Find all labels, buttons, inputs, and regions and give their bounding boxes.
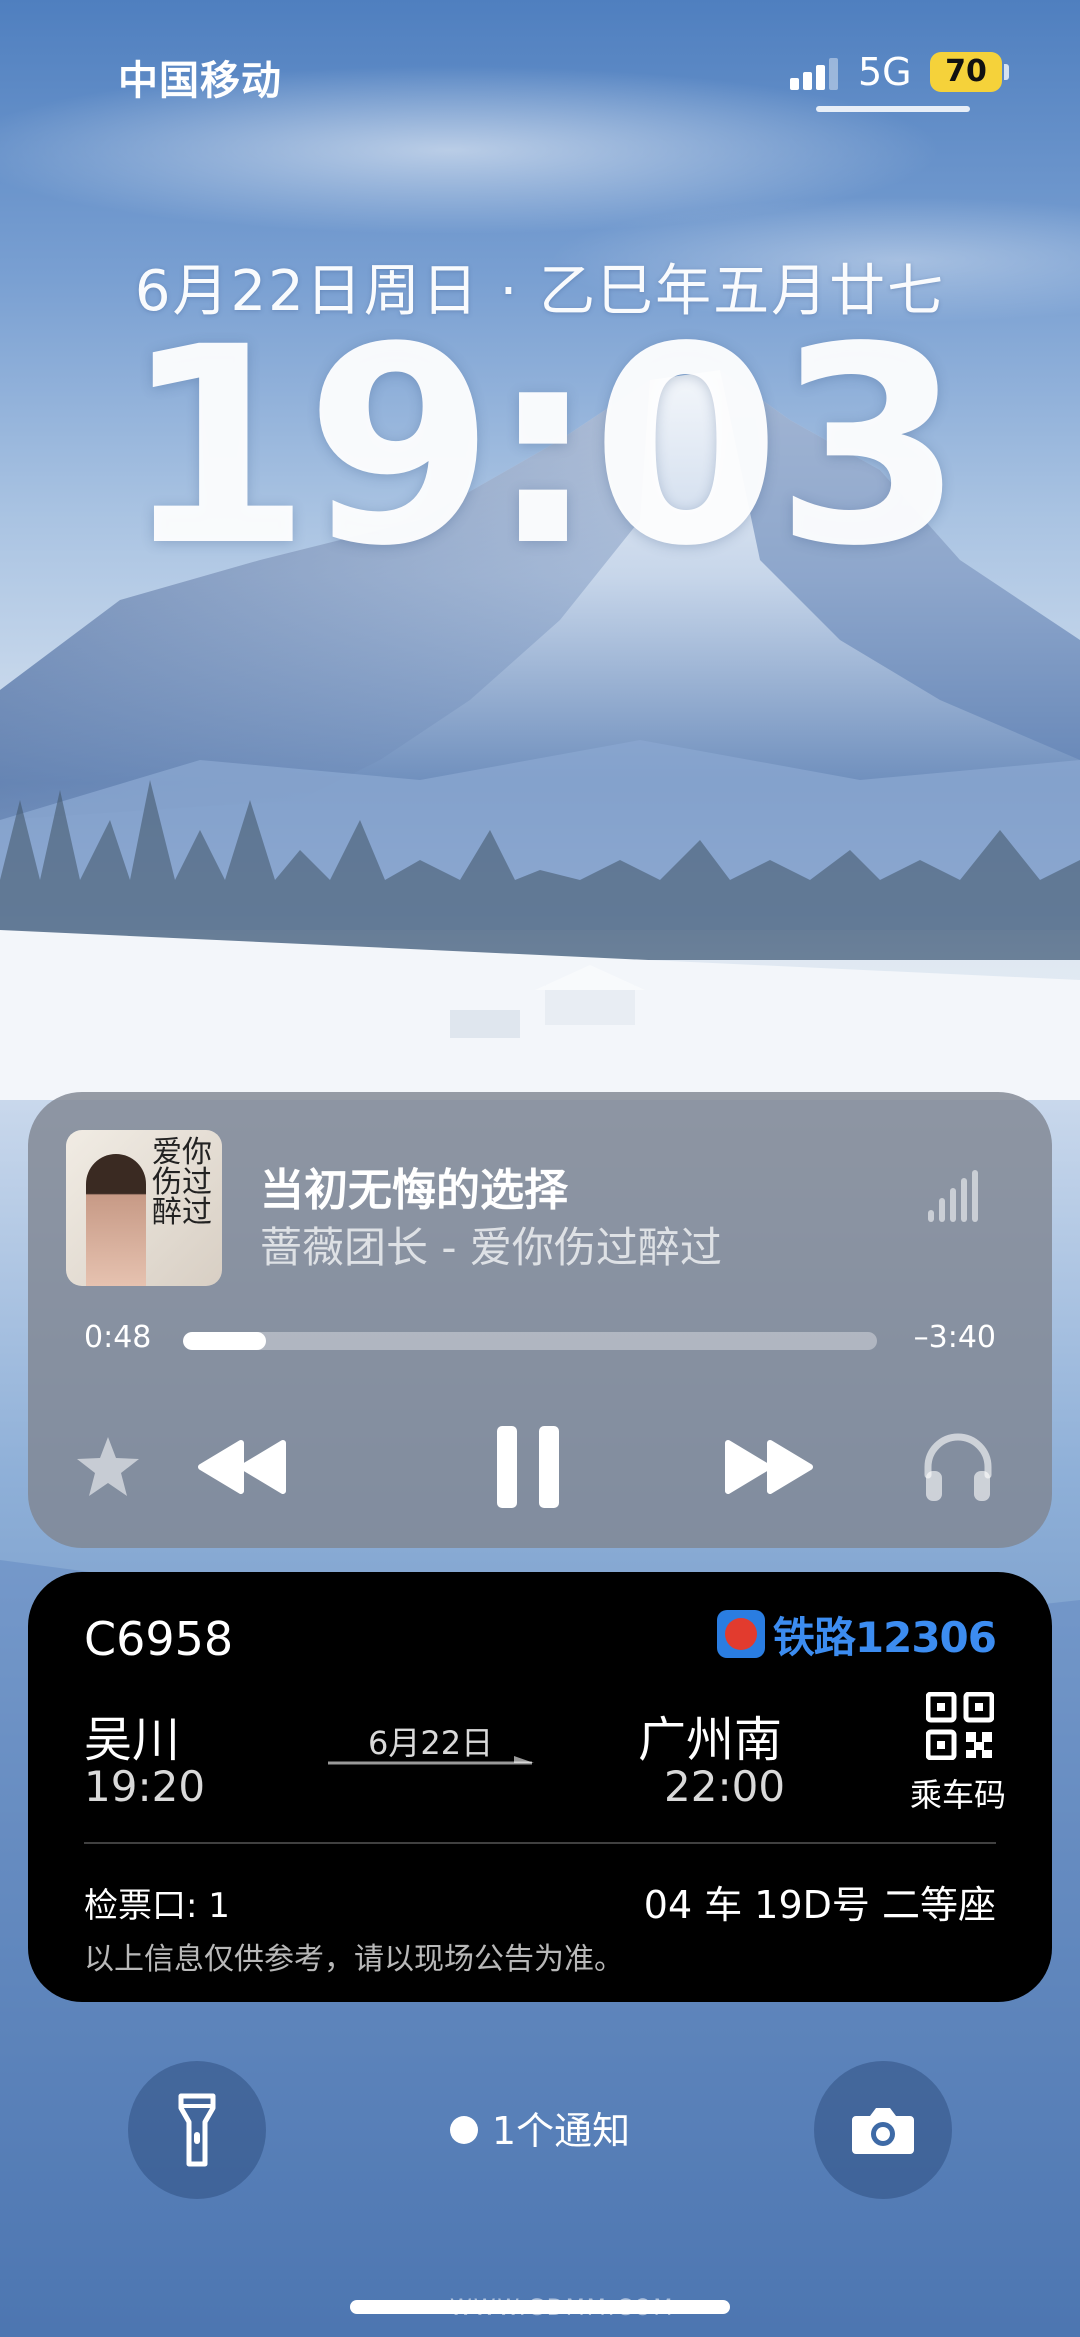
ticket-divider xyxy=(84,1842,996,1844)
railway-brand-text: 铁路12306 xyxy=(772,1612,997,1662)
qr-code-icon[interactable] xyxy=(926,1692,994,1760)
battery-tip-icon xyxy=(1004,64,1009,80)
pause-icon xyxy=(497,1426,559,1508)
previous-track-button[interactable] xyxy=(188,1422,298,1512)
favorite-button[interactable] xyxy=(68,1427,148,1507)
seat-info: 04 车 19D号 二等座 xyxy=(643,1883,996,1927)
album-cover[interactable]: 爱你伤过醉过 xyxy=(66,1130,222,1286)
fast-forward-icon xyxy=(725,1440,813,1494)
now-playing-widget[interactable]: 爱你伤过醉过 当初无悔的选择 蔷薇团长 - 爱你伤过醉过 0:48 –3:40 xyxy=(28,1092,1052,1548)
arrival-time: 22:00 xyxy=(664,1762,786,1811)
train-number: C6958 xyxy=(84,1612,234,1666)
audio-output-button[interactable] xyxy=(908,1417,1008,1517)
headphones-icon xyxy=(924,1433,992,1501)
song-title: 当初无悔的选择 xyxy=(260,1165,568,1216)
next-track-button[interactable] xyxy=(713,1422,823,1512)
progress-bar[interactable] xyxy=(183,1332,877,1350)
cover-calligraphy: 爱你伤过醉过 xyxy=(152,1135,212,1230)
star-icon xyxy=(77,1437,139,1496)
cellular-signal-icon xyxy=(790,56,840,90)
rewind-icon xyxy=(198,1440,286,1494)
pause-button[interactable] xyxy=(478,1412,578,1522)
song-artist: 蔷薇团长 - 爱你伤过醉过 xyxy=(260,1223,722,1272)
railway-logo-icon xyxy=(716,1610,765,1658)
ticket-gate: 检票口: 1 xyxy=(84,1886,230,1926)
lock-clock: 19:03 xyxy=(122,290,964,606)
battery-indicator: 70 xyxy=(930,52,1002,92)
railway-brand: 铁路12306 xyxy=(716,1608,997,1662)
departure-station: 吴川 xyxy=(84,1712,181,1768)
watermark: WWW.GDMM.COM xyxy=(450,2296,675,2321)
status-bar-highlight xyxy=(816,106,970,112)
audio-wave-icon xyxy=(928,1170,988,1222)
carrier-name: 中国移动 xyxy=(118,58,282,104)
ride-code-label[interactable]: 乘车码 xyxy=(910,1770,1006,1816)
departure-time: 19:20 xyxy=(84,1762,206,1811)
elapsed-time: 0:48 xyxy=(84,1320,152,1355)
remaining-time: –3:40 xyxy=(913,1320,996,1355)
ticket-notice: 以上信息仅供参考，请以现场公告为准。 xyxy=(84,1942,624,1977)
notification-count: 1个通知 xyxy=(491,2109,631,2153)
route-arrow-icon xyxy=(328,1756,534,1765)
arrival-station: 广州南 xyxy=(638,1712,783,1768)
cover-person-image xyxy=(86,1154,146,1286)
progress-fill xyxy=(183,1332,267,1350)
network-type: 5G xyxy=(858,50,912,94)
camera-icon xyxy=(852,2108,914,2154)
notification-dot-icon xyxy=(449,2115,478,2144)
camera-button[interactable] xyxy=(814,2061,952,2199)
train-ticket-widget[interactable]: C6958 铁路12306 吴川 19:20 6月22日 广州南 22:00 乘… xyxy=(28,1572,1052,2002)
